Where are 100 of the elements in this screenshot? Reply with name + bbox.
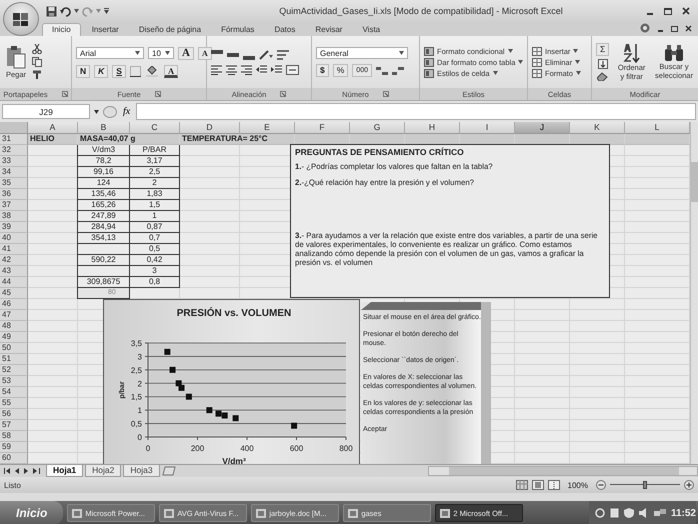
merge-cells-icon[interactable]	[286, 64, 300, 74]
fill-color-icon[interactable]	[146, 66, 160, 76]
orientation-icon[interactable]	[259, 50, 273, 60]
first-sheet-icon[interactable]	[4, 468, 11, 474]
row-header[interactable]: 44	[0, 277, 28, 288]
sheet-tab[interactable]: Hoja3	[123, 465, 160, 477]
caret-icon[interactable]	[399, 51, 404, 55]
font-color-button[interactable]: A	[164, 64, 178, 78]
caret-icon[interactable]	[94, 110, 99, 114]
zoom-percent[interactable]: 100%	[568, 480, 588, 490]
column-header[interactable]: I	[460, 122, 515, 134]
save-icon[interactable]	[46, 6, 57, 16]
row-header[interactable]: 49	[0, 332, 28, 343]
ribbon-tab[interactable]: Datos	[265, 24, 304, 36]
grow-font-button[interactable]: A	[178, 46, 194, 60]
row-header[interactable]: 59	[0, 442, 28, 453]
row-header[interactable]: 56	[0, 409, 28, 420]
dialog-launcher-icon[interactable]	[154, 91, 161, 97]
decrease-indent-icon[interactable]	[256, 64, 267, 74]
row-header[interactable]: 42	[0, 255, 28, 266]
dialog-launcher-icon[interactable]	[62, 91, 68, 97]
worksheet-cell[interactable]	[570, 134, 625, 145]
row-header[interactable]: 39	[0, 222, 28, 233]
ribbon-tab[interactable]: Inicio	[42, 23, 81, 36]
row-header[interactable]: 33	[0, 156, 28, 167]
dialog-launcher-icon[interactable]	[382, 91, 389, 97]
column-header[interactable]: B	[78, 122, 130, 134]
caret-icon[interactable]	[74, 9, 79, 13]
restore-icon[interactable]	[671, 24, 678, 32]
column-header[interactable]: L	[625, 122, 690, 134]
worksheet-cell[interactable]	[350, 134, 405, 145]
last-sheet-icon[interactable]	[33, 468, 40, 474]
customize-icon[interactable]	[104, 8, 109, 14]
number-format-field[interactable]: General	[316, 47, 408, 59]
font-size-field[interactable]: 10	[148, 47, 174, 59]
row-header[interactable]: 52	[0, 365, 28, 376]
help-icon[interactable]	[640, 23, 650, 33]
sheet-tab[interactable]: Hoja1	[46, 465, 84, 477]
bold-button[interactable]: N	[76, 64, 90, 78]
normal-view-icon[interactable]	[516, 480, 528, 490]
borders-icon[interactable]	[130, 66, 142, 76]
row-header[interactable]: 36	[0, 189, 28, 200]
align-center-icon[interactable]	[226, 64, 237, 74]
row-header[interactable]: 47	[0, 310, 28, 321]
fill-icon[interactable]	[598, 59, 608, 69]
column-header[interactable]: K	[570, 122, 625, 134]
row-header[interactable]: 51	[0, 354, 28, 365]
close-icon[interactable]	[682, 7, 690, 15]
font-field[interactable]: Arial	[76, 47, 144, 59]
worksheet-cell[interactable]	[405, 134, 460, 145]
next-sheet-icon[interactable]	[24, 468, 29, 474]
shrink-font-button[interactable]: A	[198, 46, 212, 60]
shield-icon[interactable]	[624, 508, 634, 518]
row-header[interactable]: 43	[0, 266, 28, 277]
align-left-icon[interactable]	[211, 64, 222, 74]
browser-icon[interactable]	[594, 508, 605, 518]
align-right-icon[interactable]	[241, 64, 252, 74]
zoom-in-icon[interactable]	[684, 480, 694, 490]
zoom-slider[interactable]	[610, 480, 680, 490]
column-header[interactable]: J	[515, 122, 570, 134]
autosum-button[interactable]: Σ	[596, 43, 610, 56]
row-header[interactable]: 46	[0, 299, 28, 310]
wrap-text-icon[interactable]	[277, 50, 289, 60]
horizontal-scrollbar[interactable]	[428, 466, 698, 476]
percent-button[interactable]: %	[332, 64, 348, 77]
column-header[interactable]: E	[240, 122, 295, 134]
page-break-icon[interactable]	[548, 480, 560, 490]
row-header[interactable]: 50	[0, 343, 28, 354]
row-header[interactable]: 53	[0, 376, 28, 387]
worksheet-cell[interactable]	[460, 134, 515, 145]
dialog-launcher-icon[interactable]	[280, 91, 286, 97]
insert-function-button[interactable]: fx	[121, 106, 132, 117]
brush-icon[interactable]	[32, 70, 42, 80]
undo-icon[interactable]	[60, 6, 71, 16]
formula-input-field[interactable]	[136, 103, 696, 120]
underline-button[interactable]: S	[112, 64, 126, 78]
eraser-icon[interactable]	[597, 72, 608, 81]
row-header[interactable]: 60	[0, 453, 28, 464]
worksheet-cell[interactable]	[295, 134, 350, 145]
ribbon-tab[interactable]: Diseño de página	[130, 24, 210, 36]
ribbon-tab[interactable]: Vista	[353, 24, 390, 36]
row-header[interactable]: 45	[0, 288, 28, 299]
speaker-icon[interactable]	[638, 508, 649, 518]
vertical-scrollbar[interactable]	[690, 122, 698, 464]
ribbon-tab[interactable]: Insertar	[82, 24, 128, 36]
row-header[interactable]: 40	[0, 233, 28, 244]
row-header[interactable]: 34	[0, 167, 28, 178]
network-icon[interactable]	[654, 508, 666, 518]
column-header[interactable]: A	[28, 122, 78, 134]
column-header[interactable]: G	[350, 122, 405, 134]
row-header[interactable]: 37	[0, 200, 28, 211]
name-box[interactable]: J29	[2, 104, 90, 119]
row-header[interactable]: 58	[0, 431, 28, 442]
column-header[interactable]: F	[295, 122, 350, 134]
decrease-decimal-icon[interactable]	[392, 66, 404, 76]
start-button[interactable]: Inicio	[0, 501, 64, 524]
row-header[interactable]: 31	[0, 134, 28, 145]
page-layout-icon[interactable]	[532, 480, 544, 490]
row-header[interactable]: 38	[0, 211, 28, 222]
row-header[interactable]: 55	[0, 398, 28, 409]
